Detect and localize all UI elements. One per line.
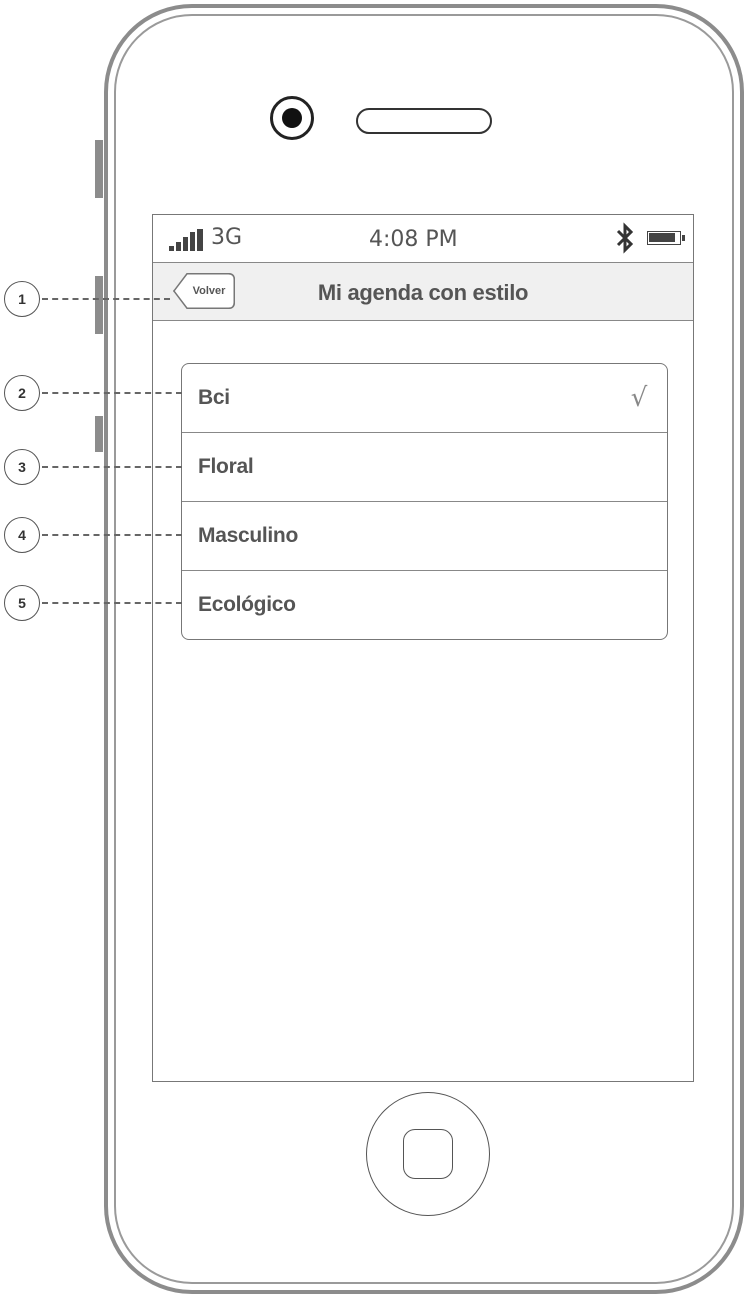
callout-2: 2 (4, 375, 182, 411)
side-button-volume-up (95, 276, 103, 334)
status-time: 4:08 PM (369, 227, 458, 252)
signal-icon (169, 229, 205, 251)
callout-line (42, 298, 170, 300)
list-item-label: Floral (198, 455, 254, 478)
side-button-volume-down (95, 416, 103, 452)
status-bar: 3G 4:08 PM (153, 215, 693, 263)
callout-number: 4 (4, 517, 40, 553)
list-item-label: Ecológico (198, 593, 296, 616)
callout-4: 4 (4, 517, 182, 553)
callout-line (42, 534, 182, 536)
check-icon: √ (630, 383, 648, 413)
side-button-silent (95, 140, 103, 198)
list-item-ecologico[interactable]: Ecológico (182, 571, 667, 639)
speaker-grille (356, 108, 492, 134)
callout-1: 1 (4, 281, 170, 317)
callout-number: 5 (4, 585, 40, 621)
callout-line (42, 602, 182, 604)
navigation-bar: Mi agenda con estilo Volver (153, 263, 693, 321)
callout-line (42, 392, 182, 394)
back-button-label: Volver (192, 285, 226, 297)
home-button[interactable] (366, 1092, 490, 1216)
list-item-floral[interactable]: Floral (182, 433, 667, 502)
style-list: Bci √ Floral Masculino Ecológico (181, 363, 668, 640)
callout-3: 3 (4, 449, 182, 485)
callout-number: 2 (4, 375, 40, 411)
callout-number: 3 (4, 449, 40, 485)
list-item-label: Bci (198, 386, 230, 409)
battery-icon (647, 231, 685, 245)
network-type: 3G (211, 225, 243, 250)
list-item-label: Masculino (198, 524, 298, 547)
callout-number: 1 (4, 281, 40, 317)
callout-5: 5 (4, 585, 182, 621)
list-item-masculino[interactable]: Masculino (182, 502, 667, 571)
camera-icon (270, 96, 314, 140)
bluetooth-icon (616, 222, 634, 254)
home-square-icon (403, 1129, 453, 1179)
list-item-bci[interactable]: Bci √ (182, 364, 667, 433)
callout-line (42, 466, 182, 468)
screen: 3G 4:08 PM Mi agenda con estilo Volver B… (152, 214, 694, 1082)
